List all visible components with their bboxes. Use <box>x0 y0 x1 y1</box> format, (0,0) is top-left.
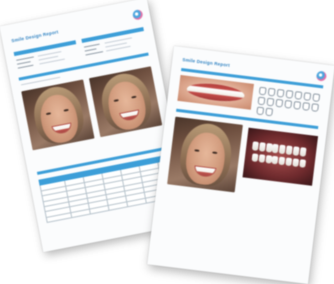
info-line <box>84 48 97 52</box>
info-line <box>83 43 100 48</box>
report-title: Smile Design Report <box>10 29 59 44</box>
info-line <box>85 51 104 56</box>
report-page-2: Smile Design Report <box>147 45 334 284</box>
logo-icon <box>131 8 144 21</box>
portrait-photo <box>167 116 243 193</box>
after-photo <box>88 66 163 138</box>
intraoral-photo <box>242 127 319 186</box>
report-title: Smile Design Report <box>182 57 231 68</box>
lips-photo <box>177 74 254 110</box>
info-line <box>17 64 34 69</box>
before-photo <box>21 79 95 151</box>
info-line <box>16 56 35 62</box>
tooth-diagram <box>256 86 323 119</box>
logo-icon <box>315 70 328 82</box>
